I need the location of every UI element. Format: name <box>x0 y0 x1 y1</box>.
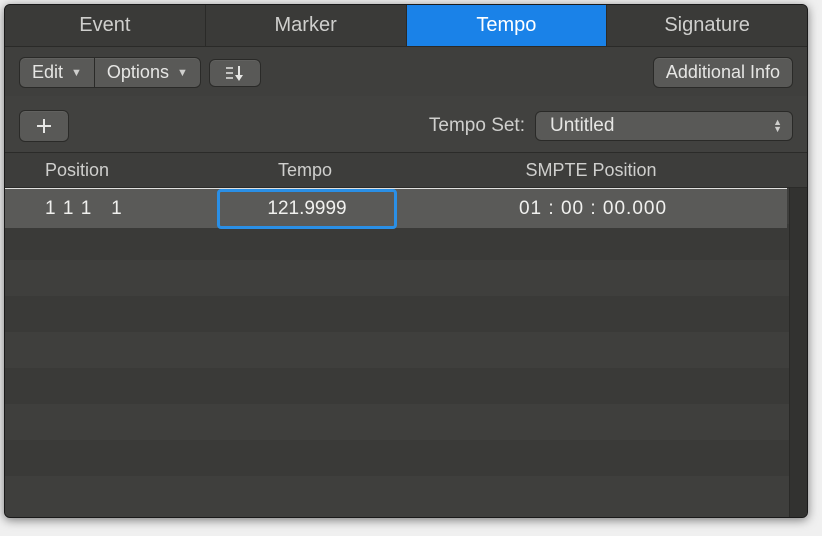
add-tempo-event-button[interactable] <box>19 110 69 142</box>
stepper-arrows-icon: ▲▼ <box>773 119 782 133</box>
tab-bar: Event Marker Tempo Signature <box>5 5 807 47</box>
table-header: Position Tempo SMPTE Position <box>5 152 807 188</box>
tempo-value: 121.9999 <box>267 198 346 220</box>
edit-menu[interactable]: Edit ▼ <box>19 57 94 88</box>
vertical-scrollbar[interactable] <box>789 188 807 517</box>
tab-tempo[interactable]: Tempo <box>407 5 608 46</box>
additional-info-button[interactable]: Additional Info <box>653 57 793 88</box>
playhead-catch-icon <box>224 64 246 82</box>
cell-position[interactable]: 1 1 1 1 <box>5 198 215 220</box>
cell-smpte-position[interactable]: 01 : 00 : 00.000 <box>399 198 787 220</box>
edit-menu-label: Edit <box>32 62 63 83</box>
edit-options-group: Edit ▼ Options ▼ <box>19 57 201 88</box>
sub-toolbar: Tempo Set: Untitled ▲▼ <box>5 96 807 152</box>
chevron-down-icon: ▼ <box>71 67 82 79</box>
options-menu[interactable]: Options ▼ <box>94 57 201 88</box>
chevron-down-icon: ▼ <box>177 67 188 79</box>
tempo-set-value: Untitled <box>550 115 614 137</box>
tempo-set-select[interactable]: Untitled ▲▼ <box>535 111 793 141</box>
tempo-list-window: Event Marker Tempo Signature Edit ▼ Opti… <box>4 4 808 518</box>
tab-signature[interactable]: Signature <box>607 5 807 46</box>
header-tempo[interactable]: Tempo <box>215 160 395 181</box>
additional-info-label: Additional Info <box>666 62 780 83</box>
header-smpte[interactable]: SMPTE Position <box>395 160 787 181</box>
header-position[interactable]: Position <box>5 160 215 181</box>
catch-playhead-button[interactable] <box>209 59 261 87</box>
table-body: 1 1 1 1 121.9999 01 : 00 : 00.000 <box>5 188 807 517</box>
tempo-set-label: Tempo Set: <box>429 115 525 137</box>
toolbar: Edit ▼ Options ▼ Additional Info <box>5 47 807 96</box>
tab-event[interactable]: Event <box>5 5 206 46</box>
cell-tempo-editing[interactable]: 121.9999 <box>217 189 397 229</box>
tempo-table: Position Tempo SMPTE Position 1 1 1 1 12… <box>5 152 807 517</box>
tab-marker[interactable]: Marker <box>206 5 407 46</box>
table-row[interactable]: 1 1 1 1 121.9999 01 : 00 : 00.000 <box>5 188 787 228</box>
plus-icon <box>36 118 52 134</box>
options-menu-label: Options <box>107 62 169 83</box>
